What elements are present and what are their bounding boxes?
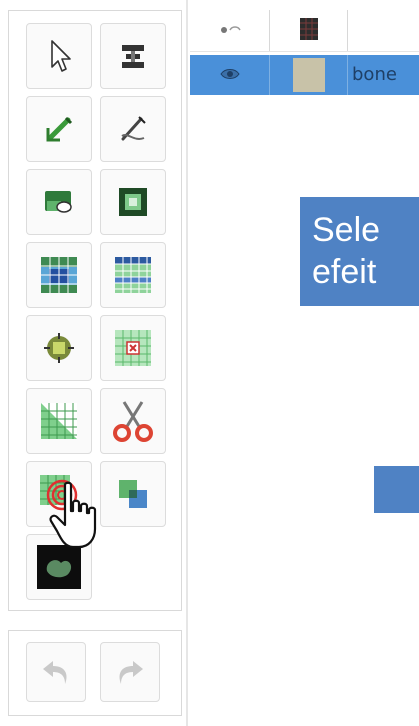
redo-icon [113,655,147,689]
color-column-header[interactable] [270,10,348,51]
undo-icon [39,655,73,689]
grid-select-tool-button[interactable] [26,242,92,308]
visibility-column-header[interactable] [190,10,270,51]
dilate-tool-button[interactable] [26,315,92,381]
paint-tool-button[interactable] [26,96,92,162]
slice-filter-icon [118,41,148,71]
callout-line-1: Sele [312,211,381,249]
paint-brush-icon [42,112,76,146]
grid-table-icon [113,255,153,295]
erode-icon [113,328,153,368]
callout-line-2: efeit [312,253,377,291]
fill-bucket-icon [42,187,76,217]
select-arrow-icon [44,38,74,74]
color-swatch-icon [299,17,319,45]
tool-palette [8,10,182,611]
grid-select-icon [39,255,79,295]
dilate-icon [42,331,76,365]
grid-staircase-icon [39,401,79,441]
callout-marker [374,466,419,513]
layers-copy-icon [115,476,151,512]
history-panel [8,630,182,716]
panel-divider [186,0,188,726]
layer-visibility-toggle[interactable] [190,55,270,95]
erode-tool-button[interactable] [100,315,166,381]
layer-row[interactable]: bone [190,55,419,95]
hand-cursor-icon [49,481,105,557]
region-grow-icon [116,185,150,219]
fill-tool-button[interactable] [26,169,92,235]
eye-closed-icon [219,21,241,40]
eye-open-icon [219,66,241,85]
layer-color-chip [292,58,325,92]
copy-layer-tool-button[interactable] [100,461,166,527]
table-tool-button[interactable] [100,242,166,308]
layer-name[interactable]: bone [352,55,397,95]
instruction-callout: Sele efeit [300,197,419,306]
staircase-tool-button[interactable] [26,388,92,454]
cut-tool-button[interactable] [100,388,166,454]
layer-table: bone [190,10,419,96]
undo-button[interactable] [26,642,86,702]
filter-slices-tool-button[interactable] [100,23,166,89]
layer-color-swatch[interactable] [270,55,348,95]
erase-tool-button[interactable] [100,96,166,162]
layer-table-header [190,10,419,52]
eraser-pen-icon [116,112,150,146]
region-grow-tool-button[interactable] [100,169,166,235]
scissors-icon [110,398,156,444]
redo-button[interactable] [100,642,160,702]
select-tool-button[interactable] [26,23,92,89]
